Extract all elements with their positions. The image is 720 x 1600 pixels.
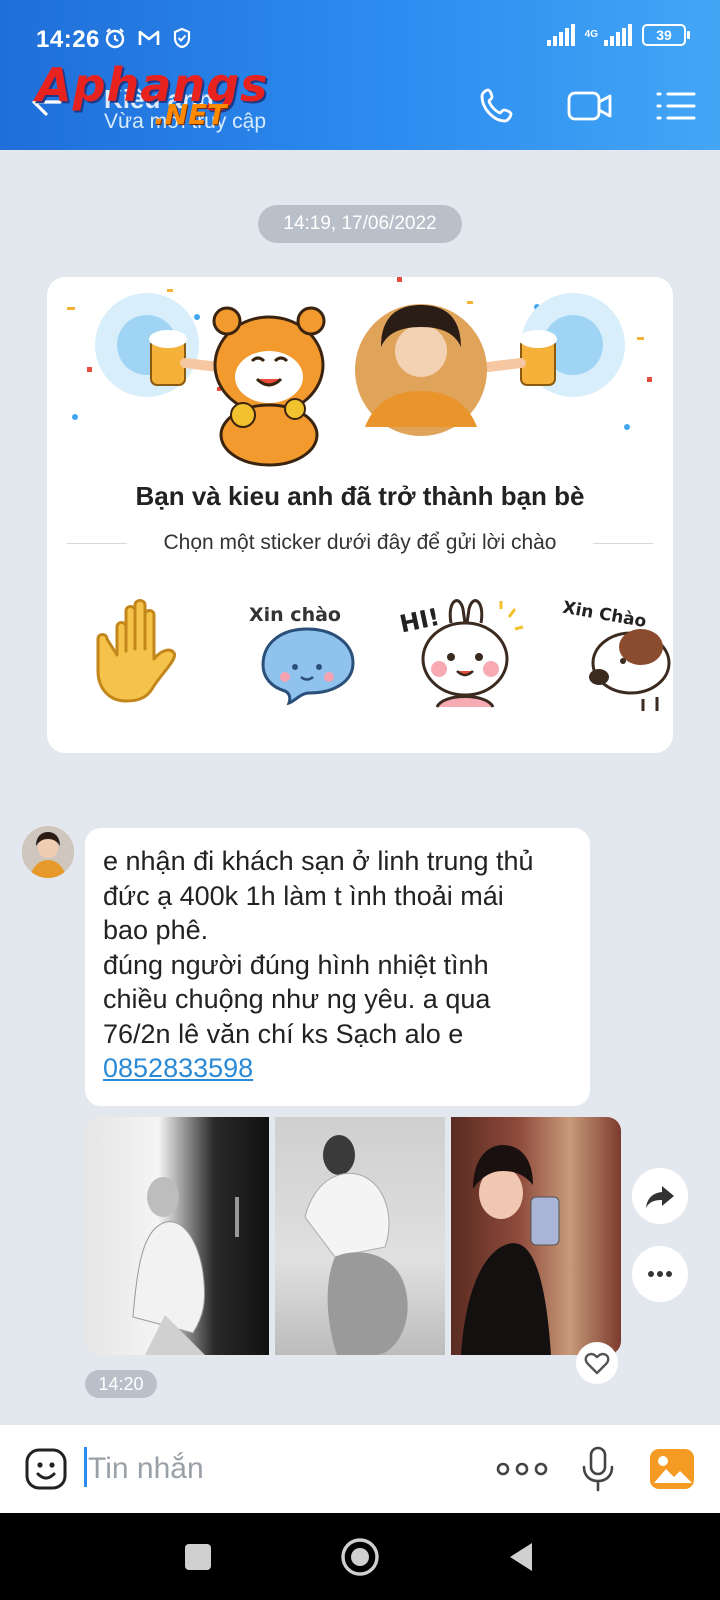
waving-hand-icon[interactable] — [87, 587, 217, 717]
microphone-icon[interactable] — [578, 1445, 618, 1493]
system-nav-bar — [0, 1513, 720, 1600]
photo-thumbnail[interactable] — [451, 1117, 621, 1355]
dog-sticker[interactable]: Xin Chào — [557, 587, 673, 717]
sticker-caption-dog: Xin Chào — [561, 598, 648, 632]
network-type: 4G — [584, 29, 598, 40]
more-options-button[interactable] — [632, 1246, 688, 1302]
message-line: chiều chuộng như ng yêu. a qua — [103, 984, 491, 1014]
phone-call-icon[interactable] — [476, 84, 524, 128]
friend-added-card: Bạn và kieu anh đã trở thành bạn bè Chọn… — [47, 277, 673, 753]
celebration-banner — [67, 277, 652, 467]
message-time: 14:20 — [85, 1370, 157, 1398]
message-line: đức ạ 400k 1h làm t ình thoải mái — [103, 880, 504, 911]
message-bubble[interactable]: e nhận đi khách sạn ở linh trung thủ đức… — [85, 828, 590, 1106]
photo-thumbnail[interactable] — [275, 1117, 445, 1355]
battery-icon: 39 — [642, 24, 690, 46]
status-bar: 14:26 4G 39 — [0, 0, 720, 62]
video-call-icon[interactable] — [566, 84, 614, 128]
shield-icon — [172, 27, 194, 49]
bunny-sticker[interactable]: HI! — [397, 587, 527, 717]
watermark-main: Aphangs — [36, 58, 269, 112]
status-icons — [104, 27, 194, 49]
phone-number-link[interactable]: 0852833598 — [103, 1051, 572, 1086]
sticker-caption-xin-chao: Xin chào — [249, 604, 341, 626]
message-input[interactable] — [88, 1449, 448, 1489]
signal-icon-2 — [604, 24, 632, 46]
blue-cat-sticker[interactable]: Xin chào — [243, 587, 373, 717]
status-time: 14:26 — [36, 26, 100, 53]
status-right: 4G 39 — [546, 24, 690, 46]
home-icon[interactable] — [338, 1535, 382, 1579]
watermark-sub: .NET — [154, 98, 227, 131]
message-line: 76/2n lê văn chí ks Sạch alo e — [103, 1018, 464, 1049]
back-triangle-icon[interactable] — [500, 1535, 544, 1579]
watermark-logo: Aphangs .NET — [36, 58, 269, 131]
top-bar: 14:26 4G 39 Kiều anh Vừa mới truy cập Ap… — [0, 0, 720, 150]
recent-apps-icon[interactable] — [176, 1535, 220, 1579]
message-line: đúng người đúng hình nhiệt tình — [103, 949, 489, 980]
more-actions-icon[interactable] — [494, 1449, 550, 1489]
message-line: e nhận đi khách sạn ở linh trung thủ — [103, 846, 534, 876]
friend-card-title: Bạn và kieu anh đã trở thành bạn bè — [135, 481, 585, 511]
signal-icon — [546, 24, 575, 46]
gmail-icon — [138, 27, 160, 49]
message-line: bao phê. — [103, 915, 209, 945]
alarm-icon — [104, 27, 126, 49]
heart-react-icon[interactable] — [576, 1342, 618, 1384]
date-separator: 14:19, 17/06/2022 — [258, 205, 462, 243]
battery-level: 39 — [656, 27, 672, 43]
photo-album[interactable] — [85, 1117, 621, 1355]
friend-card-subtitle: Chọn một sticker dưới đây để gửi lời chà… — [163, 531, 557, 554]
photo-thumbnail[interactable] — [85, 1117, 269, 1355]
image-gallery-icon[interactable] — [648, 1447, 696, 1491]
menu-list-icon[interactable] — [654, 84, 702, 128]
sender-avatar[interactable] — [22, 826, 74, 878]
emoji-sticker-icon[interactable] — [24, 1447, 68, 1491]
forward-share-button[interactable] — [632, 1168, 688, 1224]
text-caret — [84, 1447, 87, 1487]
chat-header: Kiều anh Vừa mới truy cập Aphangs .NET — [0, 58, 720, 150]
message-input-bar — [0, 1425, 720, 1513]
